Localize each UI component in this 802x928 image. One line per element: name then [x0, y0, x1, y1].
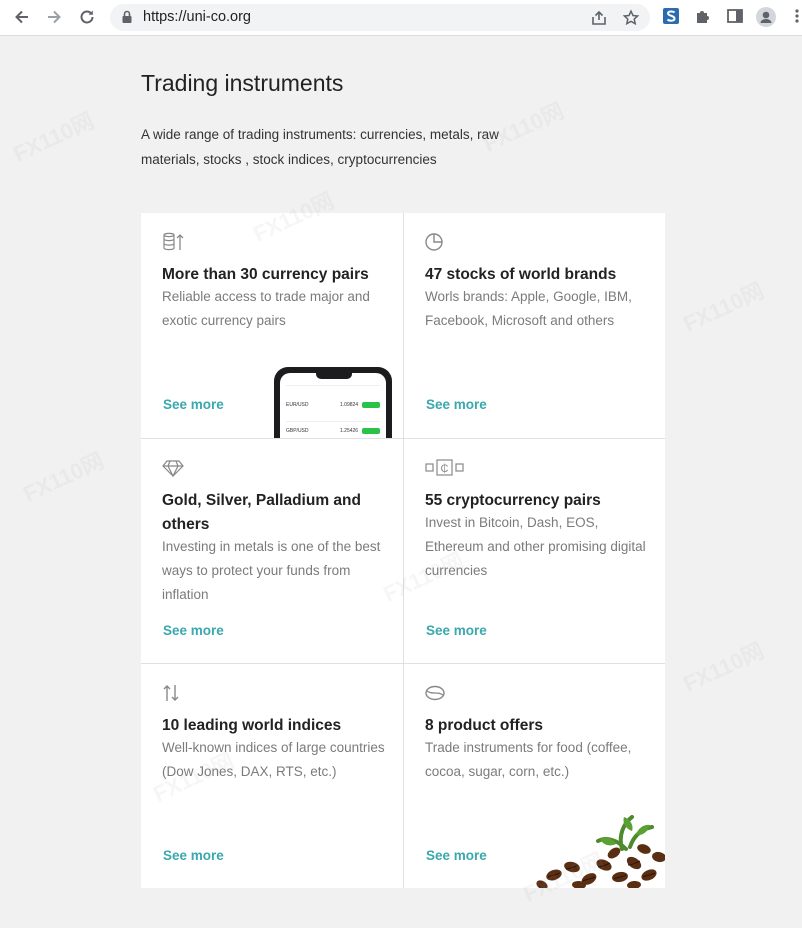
profile-avatar-icon[interactable] — [756, 7, 776, 27]
card-title: 47 stocks of world brands — [425, 266, 617, 283]
bookmark-star-icon[interactable] — [622, 9, 640, 27]
browser-toolbar: https://uni-co.org — [0, 0, 802, 36]
page-title: Trading instruments — [141, 70, 344, 96]
see-more-link[interactable]: See more — [426, 623, 487, 638]
see-more-link[interactable]: See more — [163, 623, 224, 638]
card-description: Invest in Bitcoin, Dash, EOS, Ethereum a… — [425, 515, 646, 578]
card-crypto: ₵ 55 cryptocurrency pairs Invest in Bitc… — [403, 438, 665, 663]
reload-icon — [80, 10, 94, 24]
see-more-link[interactable]: See more — [163, 848, 224, 863]
back-button[interactable] — [12, 7, 32, 27]
card-title: Gold, Silver, Palladium and others — [162, 492, 361, 533]
crypto-coin-icon: ₵ — [425, 459, 464, 476]
forward-arrow-icon — [48, 10, 61, 24]
url-text: https://uni-co.org — [143, 9, 251, 25]
card-title: 8 product offers — [425, 717, 543, 734]
up-down-arrows-icon — [163, 685, 179, 701]
extension-s-icon[interactable] — [662, 7, 680, 25]
diamond-icon — [162, 460, 184, 478]
see-more-link[interactable]: See more — [426, 848, 487, 863]
card-title: 10 leading world indices — [162, 717, 342, 734]
card-description: Worls brands: Apple, Google, IBM, Facebo… — [425, 289, 632, 328]
coins-stack-icon — [163, 232, 184, 251]
card-description: Trade instruments for food (coffee, coco… — [425, 740, 632, 779]
see-more-link[interactable]: See more — [426, 397, 487, 412]
card-title: More than 30 currency pairs — [162, 266, 369, 283]
bean-icon — [425, 685, 445, 701]
svg-text:₵: ₵ — [441, 463, 449, 475]
lock-icon — [122, 10, 132, 23]
card-products: 8 product offers Trade instruments for f… — [403, 663, 665, 888]
card-currency-pairs: More than 30 currency pairs Reliable acc… — [141, 213, 403, 438]
reload-button[interactable] — [77, 7, 97, 27]
card-metals: Gold, Silver, Palladium and others Inves… — [141, 438, 403, 663]
coffee-beans-image — [536, 815, 665, 888]
see-more-link[interactable]: See more — [163, 397, 224, 412]
share-icon[interactable] — [590, 9, 608, 27]
address-bar[interactable]: https://uni-co.org — [110, 4, 650, 31]
back-arrow-icon — [15, 10, 28, 24]
side-panel-icon[interactable] — [726, 7, 744, 25]
card-title: 55 cryptocurrency pairs — [425, 492, 601, 509]
card-indices: 10 leading world indices Well-known indi… — [141, 663, 403, 888]
forward-button[interactable] — [44, 7, 64, 27]
pie-chart-icon — [425, 233, 443, 251]
card-description: Well-known indices of large countries (D… — [162, 740, 385, 779]
menu-dots-icon[interactable] — [794, 7, 800, 25]
extensions-puzzle-icon[interactable] — [694, 7, 712, 25]
card-description: Investing in metals is one of the best w… — [162, 539, 381, 602]
instruments-grid: More than 30 currency pairs Reliable acc… — [141, 213, 665, 888]
page-lead-text: A wide range of trading instruments: cur… — [141, 127, 499, 167]
card-stocks: 47 stocks of world brands Worls brands: … — [403, 213, 665, 438]
phone-mockup-image: EUR/USD 1.09824 GBP/USD 1.25426 — [274, 367, 392, 438]
card-description: Reliable access to trade major and exoti… — [162, 289, 370, 328]
